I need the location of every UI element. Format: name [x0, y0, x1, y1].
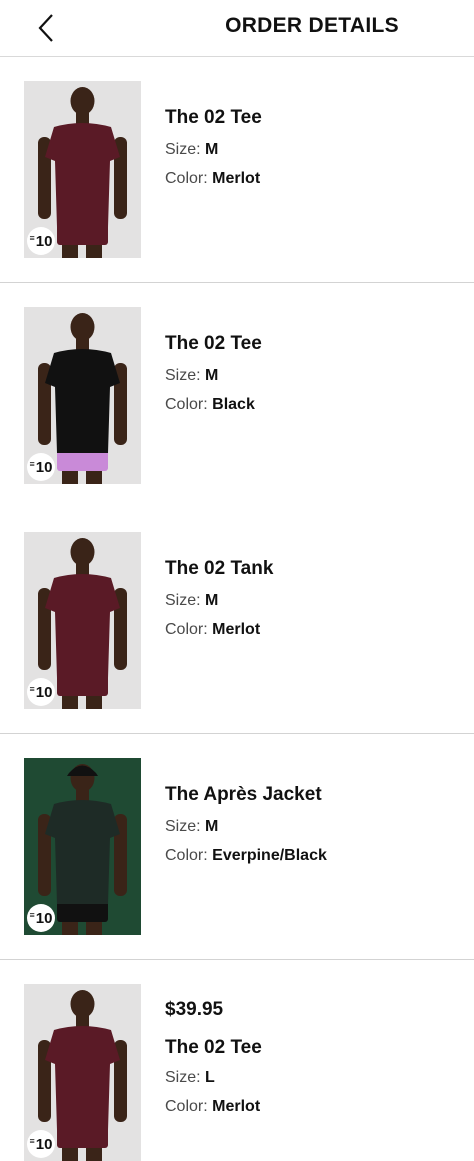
size-value: M: [205, 818, 219, 835]
product-image[interactable]: ≡ 10: [24, 532, 141, 709]
product-image[interactable]: ≡ 10: [24, 758, 141, 935]
product-image[interactable]: ≡ 10: [24, 984, 141, 1161]
color-row: Color: Merlot: [165, 170, 261, 187]
color-row: Color: Merlot: [165, 621, 261, 638]
order-item[interactable]: ≡ 10 The 02 Tee Size: M Color: Merlot: [0, 57, 474, 283]
ten-badge-icon: ≡ 10: [27, 227, 55, 255]
ten-badge-icon: ≡ 10: [27, 453, 55, 481]
order-item[interactable]: ≡ 10 The 02 Tank Size: M Color: Merlot: [0, 508, 474, 734]
size-row: Size: M: [165, 367, 219, 384]
ten-badge-icon: ≡ 10: [27, 904, 55, 932]
size-row: Size: M: [165, 818, 219, 835]
order-item[interactable]: ≡ 10 The 02 Tee Size: M Color: Black: [0, 283, 474, 509]
color-row: Color: Merlot: [165, 1098, 261, 1115]
color-row: Color: Black: [165, 396, 255, 413]
product-name: The 02 Tee: [165, 333, 262, 354]
color-value: Merlot: [212, 1098, 261, 1115]
header-bar: ORDER DETAILS: [0, 0, 474, 57]
page-title: ORDER DETAILS: [225, 14, 399, 37]
color-value: Black: [212, 396, 255, 413]
size-value: M: [205, 141, 219, 158]
product-image[interactable]: ≡ 10: [24, 307, 141, 484]
color-value: Merlot: [212, 621, 261, 638]
ten-badge-icon: ≡ 10: [27, 1130, 55, 1158]
order-item[interactable]: ≡ 10 The Après Jacket Size: M Color: Ever…: [0, 734, 474, 960]
size-row: Size: L: [165, 1069, 215, 1086]
product-name: The 02 Tank: [165, 558, 274, 579]
size-value: L: [205, 1069, 215, 1086]
product-image[interactable]: ≡ 10: [24, 81, 141, 258]
color-value: Everpine/Black: [212, 847, 327, 864]
order-item[interactable]: ≡ 10 $39.95 The 02 Tee Size: L Color: Mer…: [0, 960, 474, 1161]
product-name: The Après Jacket: [165, 784, 322, 805]
size-value: M: [205, 592, 219, 609]
size-row: Size: M: [165, 141, 219, 158]
color-value: Merlot: [212, 170, 261, 187]
product-name: The 02 Tee: [165, 1037, 262, 1058]
product-price: $39.95: [165, 999, 224, 1020]
size-row: Size: M: [165, 592, 219, 609]
color-row: Color: Everpine/Black: [165, 847, 327, 864]
size-value: M: [205, 367, 219, 384]
product-name: The 02 Tee: [165, 107, 262, 128]
ten-badge-icon: ≡ 10: [27, 678, 55, 706]
